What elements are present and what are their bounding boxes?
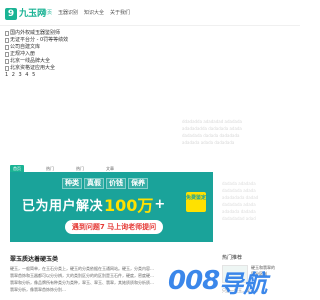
faded-line: adadadada dadad [222, 195, 259, 200]
image-link-list: 国内外权威玉器鉴别师 无证平台分 - 0罚等等绩效 公司自建文库 正规冲入册 北… [5, 30, 68, 72]
faded-line: adadada dadada [222, 209, 256, 214]
site-header: 9 九玉网 首页 玉器识别 知识大全 关于我们 [0, 0, 300, 26]
headline-pre: 已为用户解决 [22, 198, 104, 214]
site-logo[interactable]: 9 九玉网 [5, 7, 46, 21]
faded-side-text: dadada adadada dadadada adada adadadada … [222, 180, 292, 222]
watermark-logo: 008 导航 [168, 262, 300, 300]
banner-headline: 已为用户解决 100万 + [22, 192, 165, 216]
banner-tag: 种类 [62, 178, 82, 189]
image-link-alt: 无证平台分 - 0罚等等绩效 [10, 37, 69, 43]
image-link[interactable]: 公司自建文库 [5, 44, 68, 50]
pagination[interactable]: 1 2 3 4 5 [5, 72, 36, 78]
broken-image-icon [5, 58, 9, 64]
nav-identify[interactable]: 玉器识别 [58, 9, 78, 17]
main-nav: 首页 玉器识别 知识大全 关于我们 [42, 9, 130, 17]
sidebar-title: 热门推荐 [222, 255, 243, 261]
nav-about[interactable]: 关于我们 [110, 9, 130, 17]
nav-home[interactable]: 首页 [42, 9, 52, 17]
image-link-alt: 北京一线品牌大全 [10, 58, 51, 64]
logo-mark-icon: 9 [5, 8, 17, 20]
image-link[interactable]: 北京资格证应用大全 [5, 65, 68, 71]
image-link-alt: 公司自建文库 [10, 44, 41, 50]
faded-line: dadadada adada [222, 188, 256, 193]
image-link[interactable]: 无证平台分 - 0罚等等绩效 [5, 37, 68, 43]
faded-line: dadadadad adad [222, 216, 256, 221]
faded-line: adadadadda dadadada adada [182, 126, 242, 131]
headline-number: 100万 [104, 196, 154, 215]
ask-teacher-label: 遇到问题7 马上询老师提问 [71, 223, 157, 231]
faded-line: dadadada adada [222, 202, 256, 207]
ask-teacher-button[interactable]: 遇到问题7 马上询老师提问 [65, 220, 163, 234]
faded-background-text: ddadadda adadadad adadada adadadadda dad… [182, 118, 292, 158]
image-link[interactable]: 国内外权威玉器鉴别师 [5, 30, 68, 36]
banner-tag: 价钱 [106, 178, 126, 189]
nav-knowledge[interactable]: 知识大全 [84, 9, 104, 17]
watermark-number: 008 [168, 266, 220, 296]
banner-tag: 保养 [128, 178, 148, 189]
image-link-alt: 北京资格证应用大全 [10, 65, 56, 71]
promo-banner[interactable]: 种类 真假 价钱 保养 已为用户解决 100万 + 免费鉴定 遇到问题7 马上询… [10, 172, 213, 242]
image-link-alt: 正规冲入册 [10, 51, 36, 57]
faded-line: dadadada dadada dadadada [182, 133, 240, 138]
faded-line: ddadadda adadadad adadada [182, 119, 242, 124]
headline-post: + [154, 196, 166, 212]
broken-image-icon [5, 51, 9, 57]
banner-tag: 真假 [84, 178, 104, 189]
faded-line: dadada adadada [222, 181, 256, 186]
article-title[interactable]: 翠玉质达着硬玉类 [10, 254, 58, 263]
broken-image-icon [5, 65, 9, 71]
watermark-text: 导航 [219, 269, 268, 298]
banner-tags: 种类 真假 价钱 保养 [62, 178, 148, 189]
free-appraisal-badge: 免费鉴定 [186, 192, 206, 212]
broken-image-icon [5, 30, 9, 36]
image-link-alt: 国内外权威玉器鉴别师 [10, 30, 61, 36]
image-link[interactable]: 正规冲入册 [5, 51, 68, 57]
broken-image-icon [5, 44, 9, 50]
faded-line: adadada adada dadadada [182, 140, 235, 145]
image-link[interactable]: 北京一线品牌大全 [5, 58, 68, 64]
broken-image-icon [5, 37, 9, 43]
